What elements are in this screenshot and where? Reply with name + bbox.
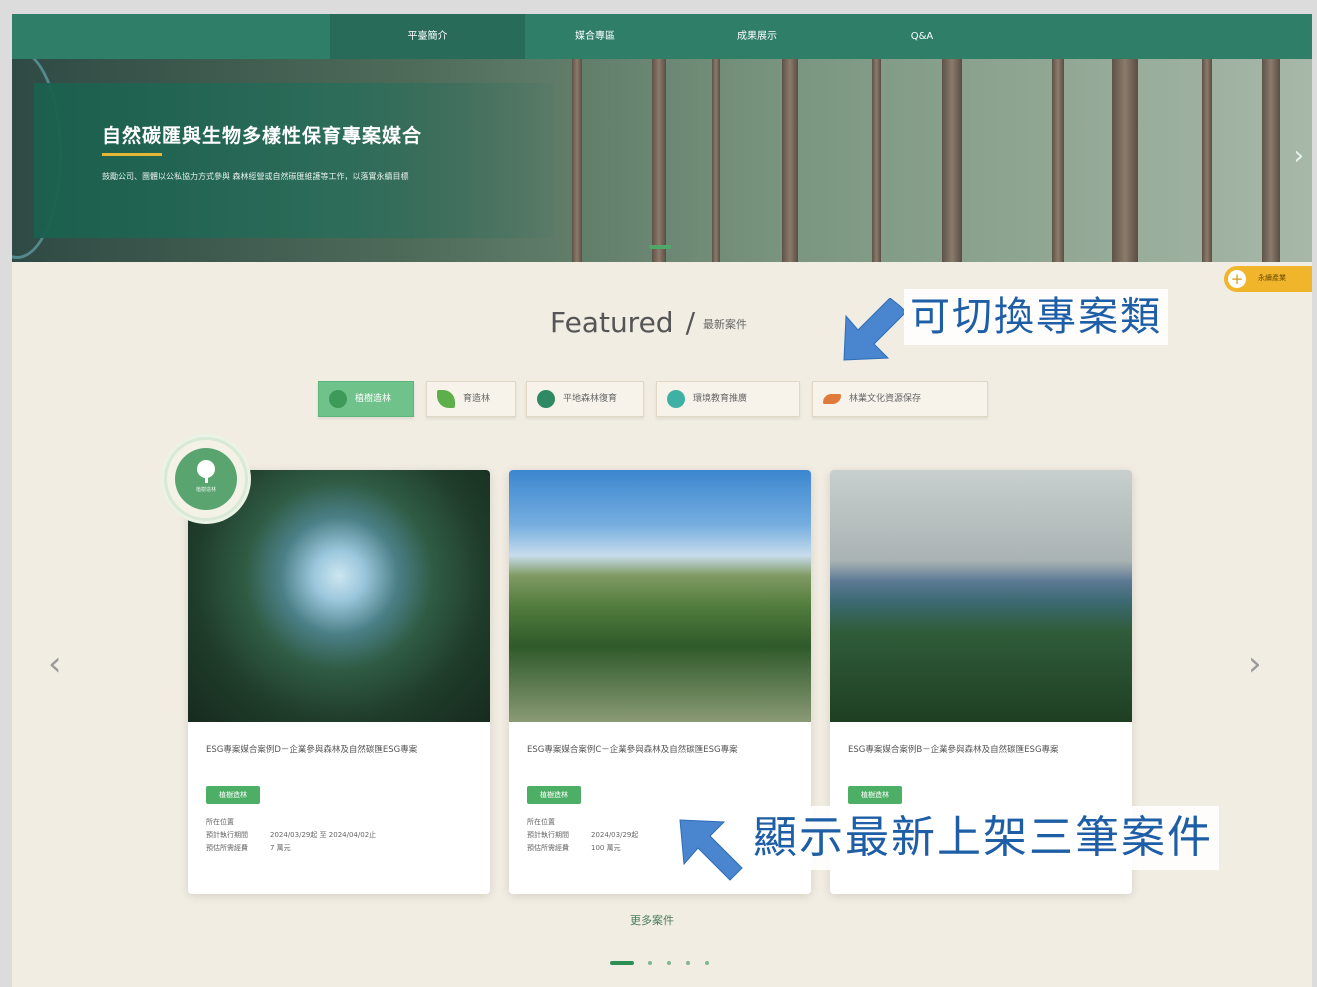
card-title: ESG專案媒合案例D－企業參與森林及自然碳匯ESG專案 <box>206 745 418 755</box>
category-badge: 植樹造林 <box>164 437 248 521</box>
tab-lowland-forest[interactable]: 平地森林復育 <box>526 381 644 417</box>
tab-label: 植樹造林 <box>355 394 392 404</box>
tab-label: 林業文化資源保存 <box>849 394 922 404</box>
card-budget-value: 7 萬元 <box>270 844 291 852</box>
hero-slide-indicator[interactable] <box>649 245 671 249</box>
tab-label: 育造林 <box>463 394 491 404</box>
leaf-icon <box>537 390 555 408</box>
top-nav: 平臺簡介 媒合專區 成果展示 Q&A <box>12 14 1312 59</box>
card-period-row: 預計執行期間 2024/03/29起 <box>527 829 638 842</box>
annotation-arrow-up-left-icon <box>679 819 743 881</box>
card-period-row: 預計執行期間 2024/03/29起 至 2024/04/02止 <box>206 829 376 842</box>
card-period-label: 預計執行期間 <box>206 831 248 839</box>
nav-item-qa[interactable]: Q&A <box>852 14 992 59</box>
featured-subtitle: 最新案件 <box>703 318 748 331</box>
badge-label: 植樹造林 <box>195 487 216 493</box>
card-image-mountain-forest <box>509 470 811 722</box>
floating-action-label: 永續產業 <box>1258 274 1286 282</box>
card-budget-value: 100 萬元 <box>591 844 621 852</box>
tree-trunk <box>572 59 582 262</box>
tab-tree-planting[interactable]: 植樹造林 <box>318 381 414 417</box>
nav-item-results[interactable]: 成果展示 <box>687 14 827 59</box>
hero-next-arrow-icon[interactable]: › <box>1294 141 1304 171</box>
more-projects-link[interactable]: 更多案件 <box>630 912 674 928</box>
tree-trunk <box>652 59 666 262</box>
featured-title: Featured <box>550 306 674 339</box>
carousel-dot[interactable] <box>686 961 690 965</box>
tree-trunk <box>1202 59 1212 262</box>
hero-description: 鼓勵公司、團體以公私協力方式參與 森林經營或自然碳匯維護等工作，以落實永續目標 <box>102 172 409 181</box>
annotation-arrow-down-left-icon <box>843 298 904 361</box>
card-category-tag: 植樹造林 <box>848 786 902 804</box>
annotation-switch-categories: 可切換專案類 <box>904 289 1168 345</box>
featured-heading: Featured / 最新案件 <box>550 306 747 339</box>
sprout-icon <box>437 390 455 408</box>
plus-icon: + <box>1226 268 1248 290</box>
tab-forest-culture[interactable]: 林業文化資源保存 <box>812 381 988 417</box>
tree-trunk <box>712 59 720 262</box>
card-title: ESG專案媒合案例C－企業參與森林及自然碳匯ESG專案 <box>527 745 738 755</box>
tree-trunk <box>942 59 962 262</box>
card-location-label: 所在位置 <box>206 818 234 826</box>
tree-trunk <box>1112 59 1138 262</box>
tab-label: 平地森林復育 <box>563 394 618 404</box>
tree-icon <box>329 390 347 408</box>
hero-banner: 自然碳匯與生物多樣性保育專案媒合 鼓勵公司、團體以公私協力方式參與 森林經營或自… <box>12 59 1312 262</box>
card-meta: 所在位置 預計執行期間 2024/03/29起 預估所需經費 100 萬元 <box>527 816 638 855</box>
carousel-next-arrow-icon[interactable]: › <box>1248 644 1262 684</box>
tab-env-education[interactable]: 環境教育推廣 <box>656 381 800 417</box>
tree-trunk-icon <box>205 475 208 483</box>
nav-item-matching[interactable]: 媒合專區 <box>525 14 665 59</box>
hero-overlay <box>34 83 554 238</box>
card-period-label: 預計執行期間 <box>527 831 569 839</box>
card-budget-label: 預估所需經費 <box>527 844 569 852</box>
card-category-tag: 植樹造林 <box>206 786 260 804</box>
carousel-dot[interactable] <box>648 961 652 965</box>
hero-title: 自然碳匯與生物多樣性保育專案媒合 <box>102 125 423 147</box>
carousel-dot[interactable] <box>667 961 671 965</box>
badge-circle: 植樹造林 <box>175 448 237 510</box>
card-title: ESG專案媒合案例B－企業參與森林及自然碳匯ESG專案 <box>848 745 1059 755</box>
tree-trunk <box>1052 59 1064 262</box>
floating-action-button[interactable]: + 永續產業 <box>1224 266 1312 292</box>
card-period-value: 2024/03/29起 <box>591 831 639 839</box>
project-card[interactable]: ESG專案媒合案例D－企業參與森林及自然碳匯ESG專案 植樹造林 所在位置 預計… <box>188 470 490 894</box>
card-meta: 所在位置 預計執行期間 2024/03/29起 至 2024/04/02止 預估所… <box>206 816 376 855</box>
card-budget-label: 預估所需經費 <box>206 844 248 852</box>
heading-divider: / <box>685 306 696 339</box>
tab-label: 環境教育推廣 <box>693 394 748 404</box>
card-category-tag: 植樹造林 <box>527 786 581 804</box>
card-period-value: 2024/03/29起 至 2024/04/02止 <box>270 831 377 839</box>
carousel-prev-arrow-icon[interactable]: ‹ <box>48 644 62 684</box>
tree-trunk <box>872 59 881 262</box>
card-image-valley-forest <box>830 470 1132 722</box>
annotation-latest-three: 顯示最新上架三筆案件 <box>747 806 1219 870</box>
card-budget-row: 預估所需經費 100 萬元 <box>527 842 638 855</box>
card-location-label: 所在位置 <box>527 818 555 826</box>
tree-trunk <box>1262 59 1280 262</box>
nav-item-intro[interactable]: 平臺簡介 <box>330 14 525 59</box>
tab-afforestation[interactable]: 育造林 <box>426 381 516 417</box>
hero-title-underline <box>102 153 162 156</box>
carousel-dot[interactable] <box>705 961 709 965</box>
carousel-dot[interactable] <box>610 961 634 965</box>
wood-icon <box>823 394 841 404</box>
tree-trunk <box>782 59 798 262</box>
card-budget-row: 預估所需經費 7 萬元 <box>206 842 376 855</box>
globe-icon <box>667 390 685 408</box>
